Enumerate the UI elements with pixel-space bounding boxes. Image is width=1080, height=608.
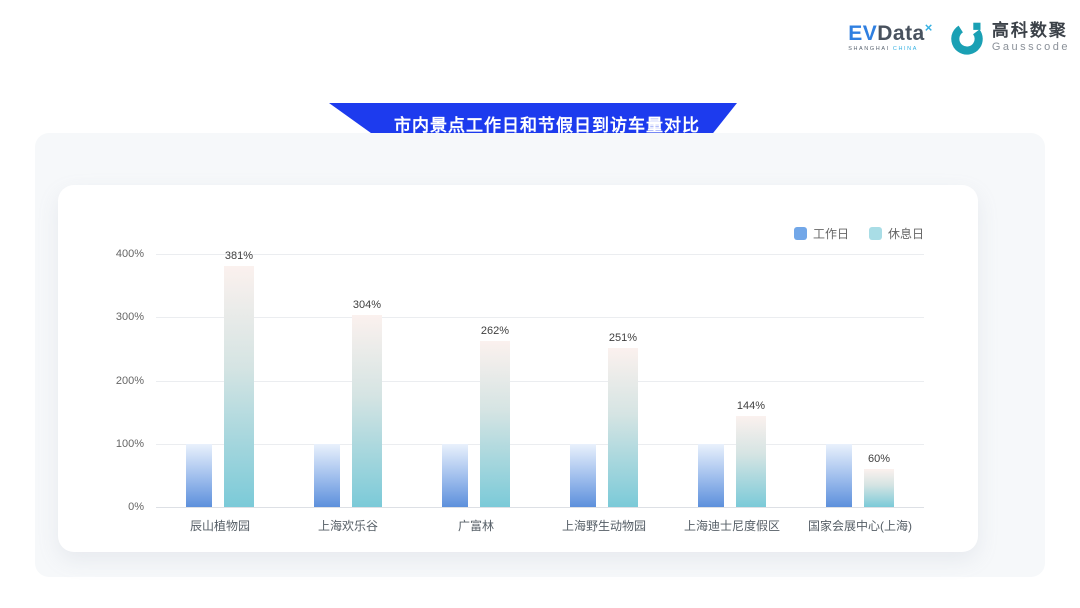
evdata-data-text: Data xyxy=(877,22,925,45)
evdata-wordmark: EVData× xyxy=(848,23,933,44)
legend-label: 工作日 xyxy=(813,225,849,242)
y-axis-tick-label: 300% xyxy=(116,311,144,323)
evdata-logo: EVData× SHANGHAI CHINA xyxy=(848,23,933,53)
gridline xyxy=(156,381,924,382)
page: EVData× SHANGHAI CHINA 高科数聚 Gausscode 市内… xyxy=(0,0,1080,608)
y-axis-tick-label: 400% xyxy=(116,248,144,260)
gridline xyxy=(156,254,924,255)
x-axis-category-label: 国家会展中心(上海) xyxy=(808,517,912,534)
legend-swatch-icon xyxy=(794,227,807,240)
section-title: 市内景点工作日和节假日到访车量对比 xyxy=(394,111,700,136)
bar-value-label: 262% xyxy=(481,325,509,337)
gridline xyxy=(156,507,924,508)
y-axis-tick-label: 0% xyxy=(128,501,144,513)
plot-area: 400%300%200%100%0%381%辰山植物园304%上海欢乐谷262%… xyxy=(156,254,924,507)
bar-value-label: 251% xyxy=(609,332,637,344)
gridline xyxy=(156,317,924,318)
evdata-shanghai-text: SHANGHAI xyxy=(848,46,890,52)
x-axis-category-label: 广富林 xyxy=(458,517,494,534)
gausscode-cn-label: 高科数聚 xyxy=(992,22,1070,41)
bar-restday-4[interactable] xyxy=(736,416,766,507)
evdata-china-text: CHINA xyxy=(893,46,918,52)
bar-restday-2[interactable] xyxy=(480,341,510,507)
chart-legend: 工作日 休息日 xyxy=(794,225,924,242)
bar-workday-3[interactable] xyxy=(570,444,596,507)
bar-value-label: 144% xyxy=(737,400,765,412)
gridline xyxy=(156,444,924,445)
evdata-ev-text: EV xyxy=(848,22,877,45)
legend-label: 休息日 xyxy=(888,225,924,242)
y-axis-tick-label: 100% xyxy=(116,438,144,450)
legend-item-休息日[interactable]: 休息日 xyxy=(869,225,924,242)
bar-restday-1[interactable] xyxy=(352,315,382,507)
gausscode-en-label: Gausscode xyxy=(992,41,1070,54)
gausscode-logo: 高科数聚 Gausscode xyxy=(949,20,1070,56)
bar-value-label: 304% xyxy=(353,299,381,311)
bar-restday-5[interactable] xyxy=(864,469,894,507)
legend-swatch-icon xyxy=(869,227,882,240)
legend-item-工作日[interactable]: 工作日 xyxy=(794,225,849,242)
bar-restday-0[interactable] xyxy=(224,266,254,507)
bar-workday-4[interactable] xyxy=(698,444,724,507)
x-axis-category-label: 上海欢乐谷 xyxy=(318,517,378,534)
x-axis-category-label: 上海野生动物园 xyxy=(562,517,646,534)
evdata-x-icon: × xyxy=(925,20,933,35)
bar-workday-1[interactable] xyxy=(314,444,340,507)
chart-card: 工作日休息日 400%300%200%100%0%381%辰山植物园304%上海… xyxy=(58,185,978,552)
y-axis-tick-label: 200% xyxy=(116,375,144,387)
bar-value-label: 60% xyxy=(868,453,890,465)
bar-value-label: 381% xyxy=(225,250,253,262)
bar-workday-5[interactable] xyxy=(826,444,852,507)
header-logos: EVData× SHANGHAI CHINA 高科数聚 Gausscode xyxy=(848,20,1070,56)
bar-restday-3[interactable] xyxy=(608,348,638,507)
x-axis-category-label: 辰山植物园 xyxy=(190,517,250,534)
bar-workday-0[interactable] xyxy=(186,444,212,507)
gausscode-text: 高科数聚 Gausscode xyxy=(992,22,1070,54)
x-axis-category-label: 上海迪士尼度假区 xyxy=(684,517,780,534)
bar-workday-2[interactable] xyxy=(442,444,468,507)
gausscode-mark-icon xyxy=(949,20,985,56)
evdata-subtext: SHANGHAI CHINA xyxy=(848,47,933,53)
